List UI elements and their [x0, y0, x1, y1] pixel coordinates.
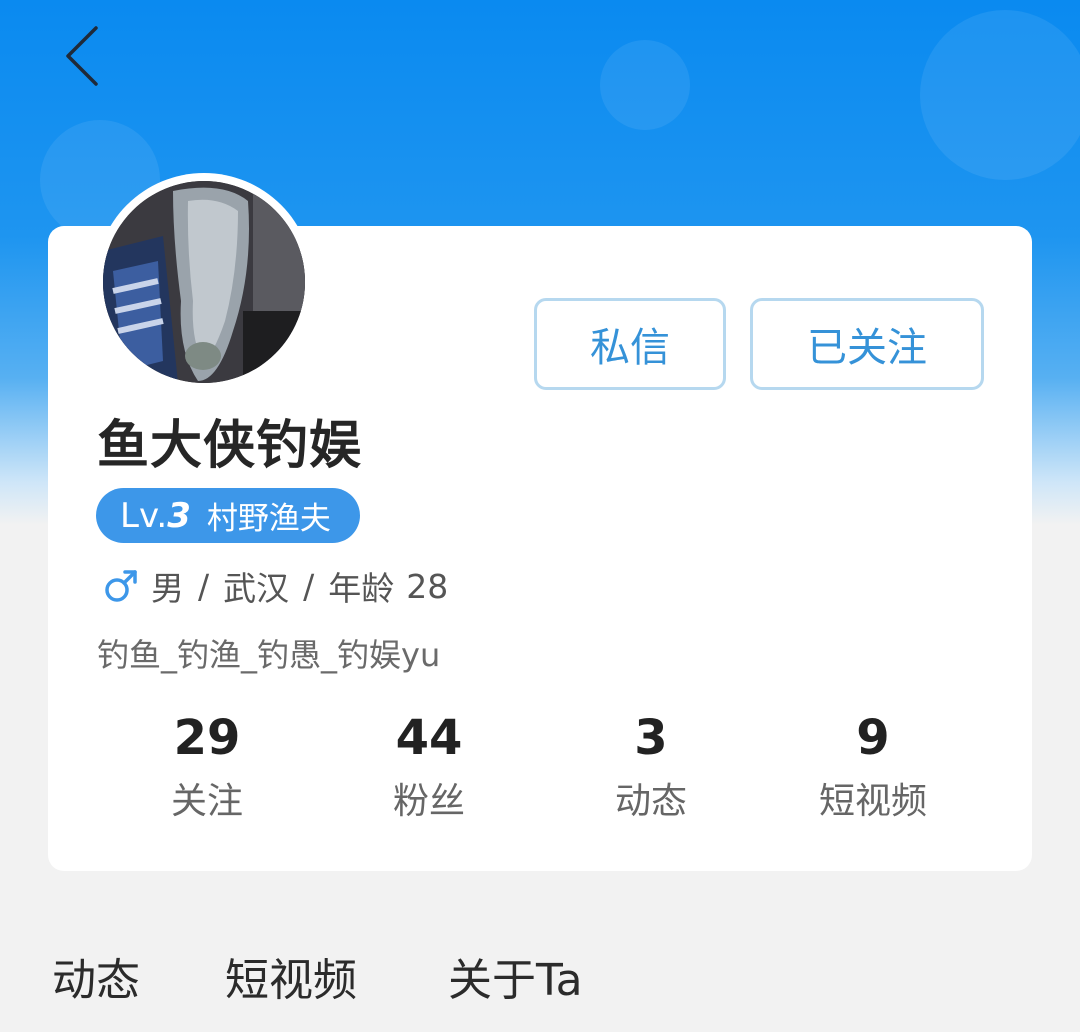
stat-label: 短视频 — [818, 781, 927, 822]
back-button[interactable] — [50, 22, 120, 92]
city-text: 武汉 — [223, 569, 290, 608]
tab-posts[interactable]: 动态 — [52, 944, 140, 1008]
stat-label: 粉丝 — [392, 781, 465, 822]
stat-followers[interactable]: 44 粉丝 — [318, 708, 540, 828]
level-label: Lv.3 — [120, 496, 191, 536]
stats-row: 29 关注 44 粉丝 3 动态 9 短视频 — [96, 708, 984, 828]
stat-short-videos[interactable]: 9 短视频 — [762, 708, 984, 828]
stat-value: 44 — [395, 710, 463, 766]
user-info-line: 男 / 武汉 / 年龄 28 — [103, 563, 448, 609]
level-title: 村野渔夫 — [206, 501, 331, 537]
chevron-left-icon — [66, 26, 98, 86]
banner-decoration — [600, 40, 690, 130]
avatar[interactable] — [95, 173, 313, 391]
stat-label: 动态 — [614, 781, 687, 822]
stat-value: 3 — [634, 710, 668, 766]
level-badge: Lv.3 村野渔夫 — [96, 488, 360, 543]
stat-posts[interactable]: 3 动态 — [540, 708, 762, 828]
level-prefix: Lv. — [120, 495, 168, 536]
stat-value: 29 — [173, 710, 241, 766]
separator: / — [198, 566, 210, 606]
age-value: 28 — [406, 566, 449, 606]
stat-label: 关注 — [170, 781, 243, 822]
age-label: 年龄 — [328, 569, 395, 608]
user-signature: 钓鱼_钓渔_钓愚_钓娱yu — [97, 636, 441, 674]
tab-about[interactable]: 关于Ta — [448, 944, 583, 1008]
level-number: 3 — [167, 495, 191, 536]
stat-following[interactable]: 29 关注 — [96, 708, 318, 828]
follow-button[interactable]: 已关注 — [750, 298, 984, 390]
gender-text: 男 — [151, 569, 184, 608]
message-button[interactable]: 私信 — [534, 298, 726, 390]
username: 鱼大侠钓娱 — [97, 416, 363, 476]
fish-photo — [103, 181, 305, 383]
separator: / — [303, 566, 315, 606]
avatar-image — [103, 181, 305, 383]
stat-value: 9 — [856, 710, 890, 766]
banner-decoration — [920, 10, 1080, 180]
tab-short-videos[interactable]: 短视频 — [225, 944, 357, 1008]
male-icon — [105, 570, 137, 602]
content-tabs: 动态 短视频 关于Ta — [0, 930, 1080, 1020]
